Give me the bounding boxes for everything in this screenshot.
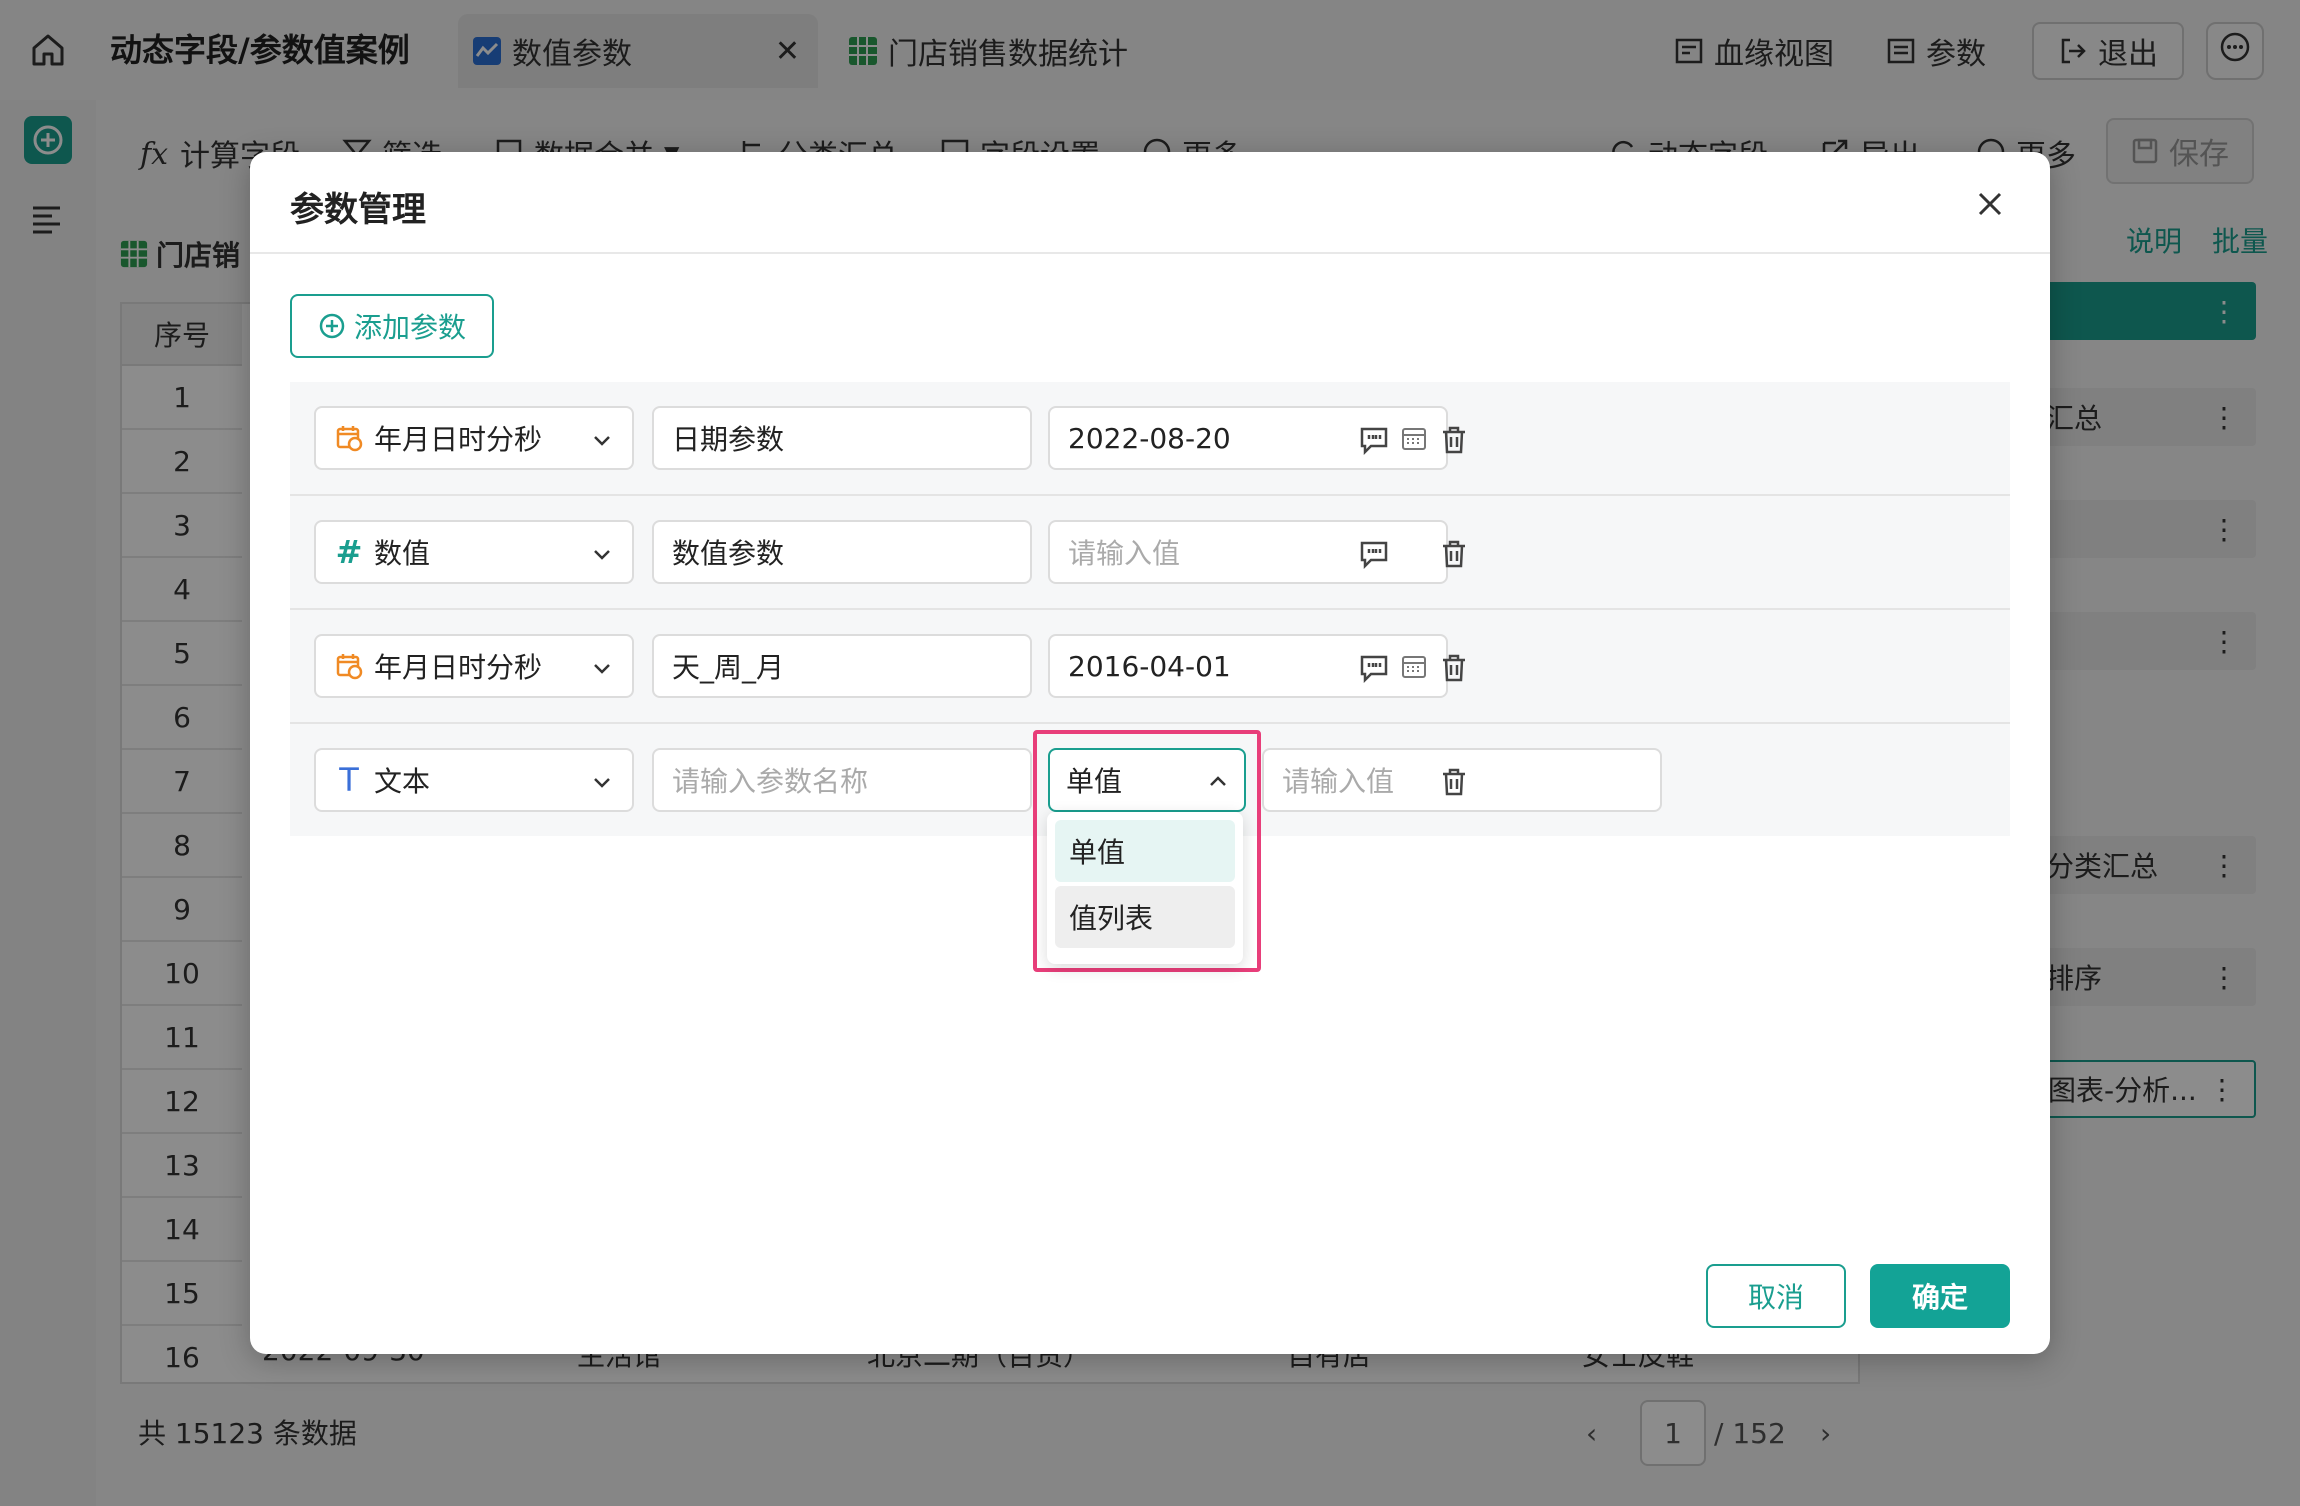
param-name-input[interactable]: 日期参数 xyxy=(652,406,1032,470)
trash-icon[interactable] xyxy=(1438,538,1470,570)
param-row: 年月日时分秒 天_周_月 2016-04-01 xyxy=(290,610,2010,724)
dropdown-option-single[interactable]: 单值 xyxy=(1055,820,1235,882)
param-name-input[interactable]: 天_周_月 xyxy=(652,634,1032,698)
hash-icon: # xyxy=(335,533,363,571)
param-type-select[interactable]: T 文本 xyxy=(314,748,634,812)
cancel-button[interactable]: 取消 xyxy=(1706,1264,1846,1328)
param-type-select[interactable]: 年月日时分秒 xyxy=(314,634,634,698)
add-param-button[interactable]: 添加参数 xyxy=(290,294,494,358)
param-name-input[interactable]: 数值参数 xyxy=(652,520,1032,584)
calendar-icon[interactable] xyxy=(1400,424,1428,452)
trash-icon[interactable] xyxy=(1438,652,1470,684)
comment-icon[interactable] xyxy=(1358,424,1390,456)
confirm-button[interactable]: 确定 xyxy=(1870,1264,2010,1328)
divider xyxy=(250,252,2050,254)
trash-icon[interactable] xyxy=(1438,766,1470,798)
comment-icon[interactable] xyxy=(1358,538,1390,570)
param-row: # 数值 数值参数 请输入值 xyxy=(290,496,2010,610)
param-management-dialog: 参数管理 添加参数 年月日时分秒 日期参数 2022-08-20 # 数值 数值… xyxy=(250,152,2050,1354)
plus-circle-icon xyxy=(318,312,346,340)
close-icon[interactable] xyxy=(1970,184,2010,224)
comment-icon[interactable] xyxy=(1358,652,1390,684)
calendar-icon[interactable] xyxy=(1400,652,1428,680)
calendar-clock-icon xyxy=(334,651,364,681)
calendar-clock-icon xyxy=(334,423,364,453)
param-name-input[interactable]: 请输入参数名称 xyxy=(652,748,1032,812)
trash-icon[interactable] xyxy=(1438,424,1470,456)
text-t-icon: T xyxy=(339,761,359,799)
param-type-select[interactable]: # 数值 xyxy=(314,520,634,584)
dialog-title: 参数管理 xyxy=(290,190,426,230)
dropdown-option-list[interactable]: 值列表 xyxy=(1055,886,1235,948)
chevron-down-icon xyxy=(590,654,614,678)
chevron-down-icon xyxy=(590,768,614,792)
param-type-select[interactable]: 年月日时分秒 xyxy=(314,406,634,470)
chevron-down-icon xyxy=(590,540,614,564)
value-mode-dropdown: 单值 值列表 xyxy=(1047,812,1243,964)
param-row: 年月日时分秒 日期参数 2022-08-20 xyxy=(290,382,2010,496)
chevron-down-icon xyxy=(590,426,614,450)
